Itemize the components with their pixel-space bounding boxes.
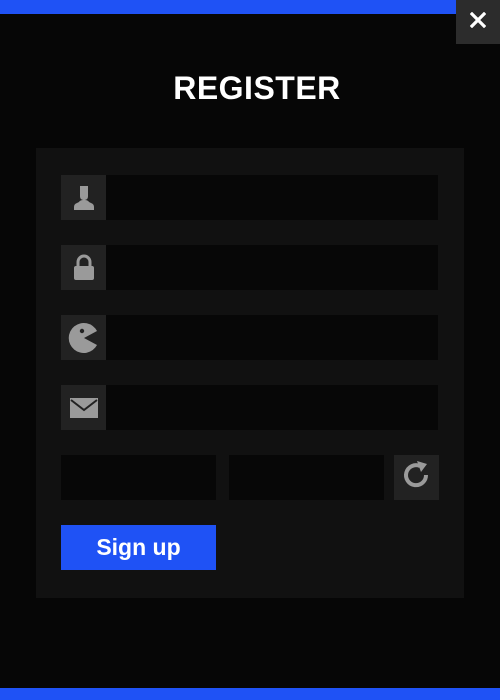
top-accent-bar [0,0,456,14]
username-field[interactable] [106,175,438,220]
user-icon [61,175,106,220]
close-button[interactable] [456,0,500,44]
page-title: REGISTER [173,70,341,106]
password-row [61,245,438,290]
pacman-icon [61,315,106,360]
refresh-icon [402,460,432,495]
close-icon [469,11,487,33]
refresh-captcha-button[interactable] [394,455,439,500]
nickname-field[interactable] [106,315,438,360]
email-row [61,385,438,430]
lock-icon [61,245,106,290]
email-field[interactable] [106,385,438,430]
password-field[interactable] [106,245,438,290]
bottom-accent-bar [0,688,500,700]
register-form-panel: Sign up [36,148,464,598]
nickname-row [61,315,438,360]
captcha-code-field[interactable] [61,455,216,500]
envelope-icon [61,385,106,430]
username-row [61,175,438,220]
captcha-answer-field[interactable] [229,455,384,500]
signup-button[interactable]: Sign up [61,525,216,570]
